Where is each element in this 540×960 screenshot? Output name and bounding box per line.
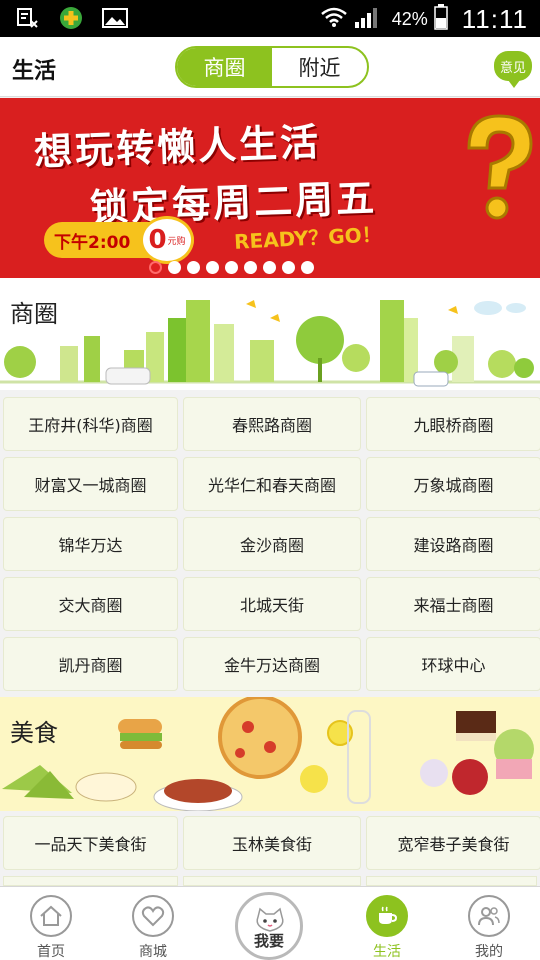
carousel-dot[interactable] bbox=[167, 261, 181, 274]
business-district-item[interactable]: 凯丹商圈 bbox=[3, 637, 178, 691]
business-district-item[interactable]: 北城天街 bbox=[183, 577, 361, 631]
plus-badge-icon bbox=[58, 6, 84, 30]
business-district-item[interactable]: 万象城商圈 bbox=[366, 457, 540, 511]
carousel-dot[interactable] bbox=[300, 261, 314, 274]
food-street-item[interactable]: 宽窄巷子美食街 bbox=[366, 816, 540, 870]
segment-control: 商圈 附近 bbox=[175, 46, 369, 88]
tab-want[interactable]: 我要 bbox=[235, 892, 303, 960]
banner-headline: 想玩转懒人生活 bbox=[33, 120, 322, 174]
tab-mine-label: 我的 bbox=[475, 944, 503, 960]
carousel-dot[interactable] bbox=[186, 261, 200, 274]
tab-home[interactable]: 首页 bbox=[11, 887, 91, 960]
cat-icon bbox=[256, 907, 284, 932]
app-header: 生活 商圈 附近 意见 bbox=[0, 37, 540, 97]
carousel-dot[interactable] bbox=[205, 261, 219, 274]
carousel-dot[interactable] bbox=[224, 261, 238, 274]
food-street-item[interactable]: 一品天下美食街 bbox=[3, 816, 178, 870]
page-title: 生活 bbox=[12, 59, 57, 84]
tab-nearby[interactable]: 附近 bbox=[272, 48, 367, 86]
users-icon bbox=[468, 895, 510, 937]
tab-life-label: 生活 bbox=[373, 944, 401, 960]
food-illustration bbox=[2, 697, 534, 811]
section-title-food: 美食 bbox=[10, 719, 58, 747]
business-district-item[interactable]: 光华仁和春天商圈 bbox=[183, 457, 361, 511]
tab-mall-label: 商城 bbox=[139, 944, 167, 960]
carousel-dot[interactable] bbox=[148, 261, 162, 274]
carousel-indicator bbox=[0, 261, 540, 274]
question-mark-graphic bbox=[467, 114, 533, 220]
business-district-item[interactable]: 金沙商圈 bbox=[183, 517, 361, 571]
cup-icon bbox=[366, 895, 408, 937]
wifi-icon bbox=[320, 6, 348, 33]
zero-price-value: 0 bbox=[148, 225, 167, 255]
signal-icon bbox=[354, 5, 380, 34]
business-district-item[interactable]: 来福士商圈 bbox=[366, 577, 540, 631]
food-street-grid: 一品天下美食街 玉林美食街 宽窄巷子美食街 bbox=[0, 816, 540, 870]
notification-app-icon bbox=[14, 6, 40, 30]
promo-banner[interactable]: 想玩转懒人生活 锁定每周二周五 下午2:00 0 元购 READY？GO！ bbox=[0, 98, 540, 278]
business-district-item[interactable]: 环球中心 bbox=[366, 637, 540, 691]
business-district-item[interactable]: 交大商圈 bbox=[3, 577, 178, 631]
next-row-peek bbox=[3, 876, 537, 886]
carousel-dot[interactable] bbox=[281, 261, 295, 274]
food-section-header: 美食 bbox=[0, 697, 540, 811]
business-district-item[interactable]: 王府井(科华)商圈 bbox=[3, 397, 178, 451]
food-street-item[interactable]: 玉林美食街 bbox=[183, 816, 361, 870]
tab-mall[interactable]: 商城 bbox=[113, 887, 193, 960]
city-skyline-illustration bbox=[0, 300, 540, 387]
business-district-item[interactable]: 九眼桥商圈 bbox=[366, 397, 540, 451]
tab-home-label: 首页 bbox=[37, 944, 65, 960]
business-district-item[interactable]: 锦华万达 bbox=[3, 517, 178, 571]
tab-mine[interactable]: 我的 bbox=[449, 887, 529, 960]
business-district-item[interactable]: 春熙路商圈 bbox=[183, 397, 361, 451]
zero-price-badge: 0 元购 bbox=[140, 216, 194, 264]
section-title-business: 商圈 bbox=[10, 300, 58, 328]
zero-price-unit: 元购 bbox=[167, 236, 186, 247]
business-district-item[interactable]: 金牛万达商圈 bbox=[183, 637, 361, 691]
clock: 11:11 bbox=[461, 4, 528, 34]
feedback-button[interactable]: 意见 bbox=[494, 51, 532, 88]
home-icon bbox=[30, 895, 72, 937]
image-icon bbox=[102, 6, 128, 30]
battery-icon bbox=[434, 4, 448, 35]
banner-time: 下午2:00 bbox=[54, 233, 131, 253]
tab-business-district[interactable]: 商圈 bbox=[177, 48, 272, 86]
battery-percent: 42% bbox=[391, 9, 428, 29]
tab-life[interactable]: 生活 bbox=[347, 887, 427, 960]
status-bar: 42% 11:11 bbox=[0, 0, 540, 37]
business-district-item[interactable]: 财富又一城商圈 bbox=[3, 457, 178, 511]
business-section-header: 商圈 bbox=[0, 278, 540, 390]
business-district-item[interactable]: 建设路商圈 bbox=[366, 517, 540, 571]
business-district-grid: 王府井(科华)商圈 春熙路商圈 九眼桥商圈财富又一城商圈 光华仁和春天商圈 万象城商圈锦… bbox=[0, 397, 540, 691]
carousel-dot[interactable] bbox=[262, 261, 276, 274]
carousel-dot[interactable] bbox=[243, 261, 257, 274]
heart-icon bbox=[132, 895, 174, 937]
